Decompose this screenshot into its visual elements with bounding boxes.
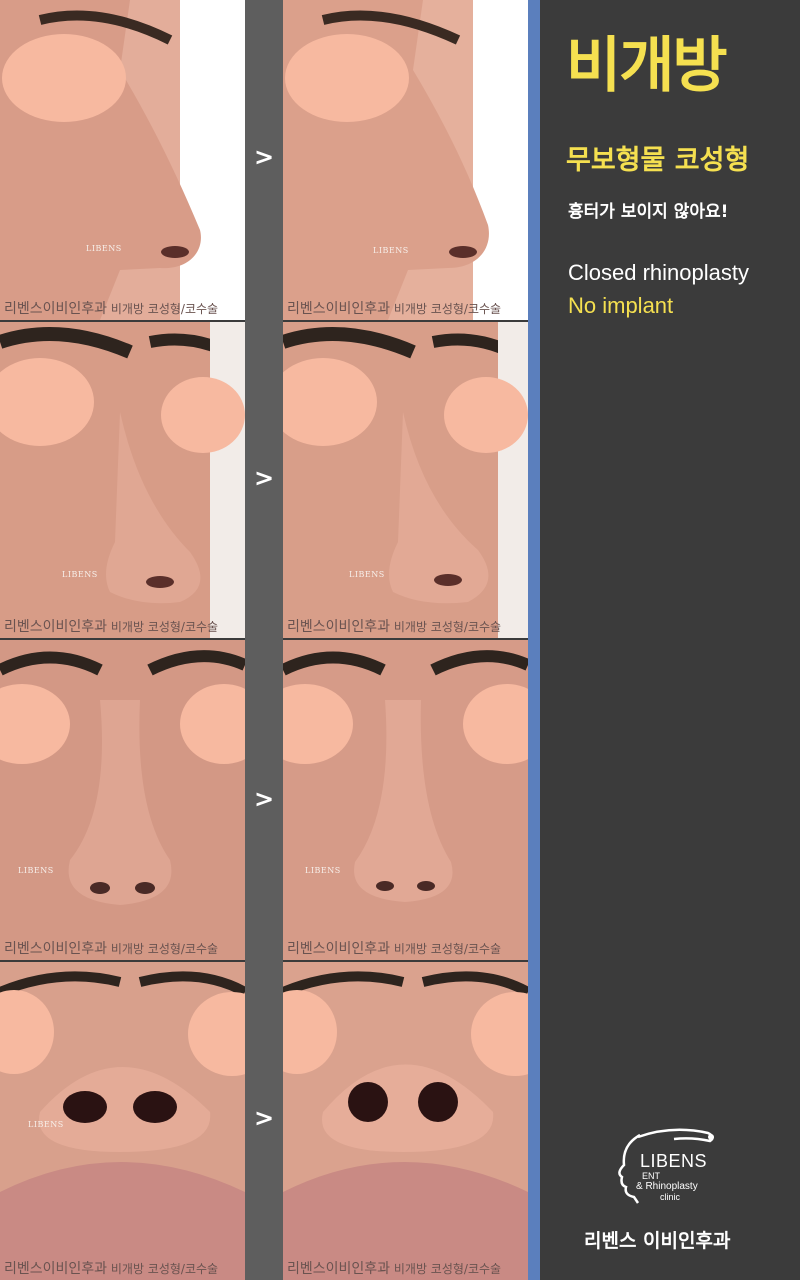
photo-watermark: LIBENS — [28, 1120, 64, 1129]
photo-caption: 리벤스이비인후과 비개방 코성형/코수술 — [4, 301, 219, 317]
divider-bar — [528, 0, 540, 1280]
photo-before-frontal: LIBENS 리벤스이비인후과 비개방 코성형/코수술 — [0, 640, 245, 960]
photo-watermark: LIBENS — [305, 866, 341, 875]
photo-caption: 리벤스이비인후과 비개방 코성형/코수술 — [287, 301, 502, 317]
photo-watermark: LIBENS — [349, 570, 385, 579]
logo-line4: clinic — [660, 1192, 681, 1202]
page-subtitle: 무보형물 코성형 — [566, 145, 750, 176]
photo-before-side: LIBENS 리벤스이비인후과 비개방 코성형/코수술 — [0, 0, 245, 320]
photo-after-side: LIBENS 리벤스이비인후과 비개방 코성형/코수술 — [283, 0, 528, 320]
compare-arrow: > — [253, 143, 275, 171]
photo-watermark: LIBENS — [62, 570, 98, 579]
logo-line2: ENT — [642, 1171, 660, 1181]
clinic-name: 리벤스 이비인후과 — [584, 1230, 731, 1252]
english-subtitle: No implant — [568, 293, 674, 318]
photo-after-basal: 리벤스이비인후과 비개방 코성형/코수술 — [283, 962, 528, 1280]
photo-after-frontal: LIBENS 리벤스이비인후과 비개방 코성형/코수술 — [283, 640, 528, 960]
compare-arrow: > — [253, 1104, 275, 1132]
photo-caption: 리벤스이비인후과 비개방 코성형/코수술 — [287, 619, 502, 635]
photo-caption: 리벤스이비인후과 비개방 코성형/코수술 — [4, 619, 219, 635]
photo-watermark: LIBENS — [86, 244, 122, 253]
compare-gutter — [245, 0, 283, 1280]
photo-before-three-quarter: LIBENS 리벤스이비인후과 비개방 코성형/코수술 — [0, 322, 245, 638]
photo-caption: 리벤스이비인후과 비개방 코성형/코수술 — [287, 1261, 502, 1277]
photo-caption: 리벤스이비인후과 비개방 코성형/코수술 — [287, 941, 502, 957]
photo-watermark: LIBENS — [18, 866, 54, 875]
page-title: 비개방 — [566, 31, 728, 101]
info-panel — [540, 0, 800, 1280]
scar-note: 흉터가 보이지 않아요! — [568, 202, 729, 222]
english-title: Closed rhinoplasty — [568, 260, 749, 285]
compare-arrow: > — [253, 785, 275, 813]
compare-arrow: > — [253, 464, 275, 492]
photo-after-three-quarter: LIBENS 리벤스이비인후과 비개방 코성형/코수술 — [283, 322, 528, 638]
photo-caption: 리벤스이비인후과 비개방 코성형/코수술 — [4, 941, 219, 957]
photo-watermark: LIBENS — [373, 246, 409, 255]
photo-caption: 리벤스이비인후과 비개방 코성형/코수술 — [4, 1261, 219, 1277]
clinic-logo: LIBENS ENT & Rhinoplasty clinic — [612, 1125, 722, 1205]
logo-line3: & Rhinoplasty — [636, 1181, 698, 1192]
logo-brand: LIBENS — [640, 1151, 708, 1171]
photo-before-basal: LIBENS 리벤스이비인후과 비개방 코성형/코수술 — [0, 962, 245, 1280]
